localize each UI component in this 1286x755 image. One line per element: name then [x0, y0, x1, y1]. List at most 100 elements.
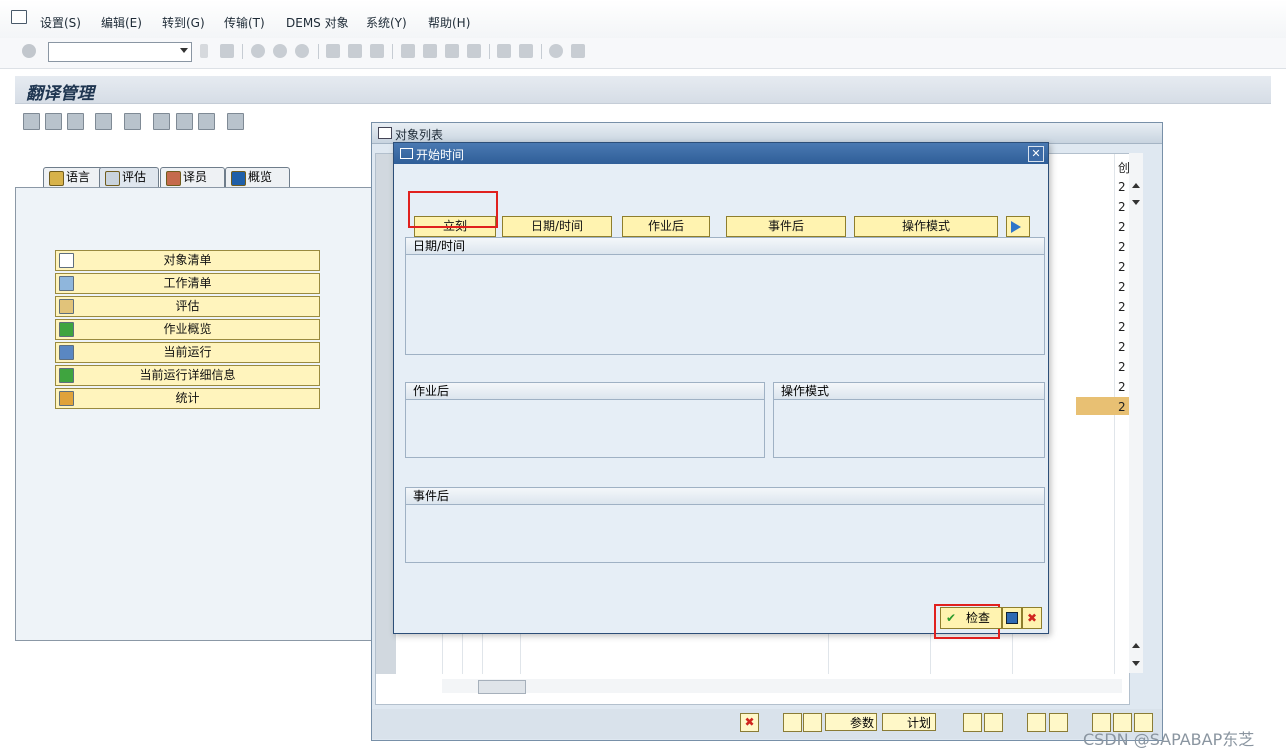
- horizontal-scrollbar[interactable]: [442, 679, 1122, 694]
- grid-cell: 2: [1118, 360, 1126, 374]
- document-icon[interactable]: [23, 113, 40, 130]
- nav-evaluation[interactable]: 评估: [55, 296, 320, 317]
- history-back-icon[interactable]: [200, 44, 208, 58]
- distribute-icon[interactable]: [95, 113, 112, 130]
- more-options-button[interactable]: [1006, 216, 1030, 237]
- translators-icon[interactable]: [124, 113, 141, 130]
- layout-icon[interactable]: [571, 44, 585, 58]
- run-icon: [59, 345, 74, 360]
- plan-label: 计划: [907, 716, 932, 730]
- menu-help[interactable]: 帮助(H): [428, 14, 470, 31]
- save-icon[interactable]: [220, 44, 234, 58]
- command-field[interactable]: [48, 42, 192, 62]
- menu-bar: 设置(S) 编辑(E) 转到(G) 传输(T) DEMS 对象 系统(Y) 帮助…: [0, 0, 1286, 39]
- trash-icon[interactable]: [984, 713, 1003, 732]
- nav-current-run[interactable]: 当前运行: [55, 342, 320, 363]
- params-label: 参数: [850, 716, 875, 730]
- cancel-button[interactable]: ✖: [1022, 607, 1042, 629]
- grid-cell: 2: [1118, 300, 1126, 314]
- function-list: 对象清单 工作清单 评估 作业概览 当前运行 当前运行详细信息 统计: [55, 250, 320, 411]
- shortcut-icon[interactable]: [519, 44, 533, 58]
- nav-worklist[interactable]: 工作清单: [55, 273, 320, 294]
- menu-goto[interactable]: 转到(G): [162, 14, 205, 31]
- nav-current-run-details[interactable]: 当前运行详细信息: [55, 365, 320, 386]
- menu-system[interactable]: 系统(Y): [366, 14, 407, 31]
- first-page-icon[interactable]: [401, 44, 415, 58]
- delete-icon[interactable]: ✖: [740, 713, 759, 732]
- exit-icon[interactable]: [273, 44, 287, 58]
- save-button[interactable]: [1002, 607, 1022, 629]
- menu-transport[interactable]: 传输(T): [224, 14, 265, 31]
- watermark: CSDN @SAPABAP东芝: [1083, 730, 1255, 749]
- settings-doc-icon[interactable]: [227, 113, 244, 130]
- find-next-icon[interactable]: [370, 44, 384, 58]
- evaluation-icon[interactable]: [45, 113, 62, 130]
- new-session-icon[interactable]: [497, 44, 511, 58]
- object-list-titlebar: 对象列表: [372, 123, 1162, 144]
- copy-document-icon[interactable]: [803, 713, 822, 732]
- toolbar-separator: [489, 44, 490, 59]
- plan-button[interactable]: 计划: [882, 713, 936, 731]
- grid-cell: 2: [1118, 200, 1126, 214]
- menu-edit[interactable]: 编辑(E): [101, 14, 142, 31]
- params-button[interactable]: 参数: [825, 713, 877, 731]
- help-icon[interactable]: [549, 44, 563, 58]
- tab-overview[interactable]: 概览: [225, 167, 290, 187]
- application-toolbar: [15, 110, 265, 134]
- last-page-icon[interactable]: [467, 44, 481, 58]
- object-list-actions: ✖ 参数 计划: [372, 709, 1162, 739]
- scroll-thumb[interactable]: [478, 680, 526, 694]
- close-icon[interactable]: ✕: [1028, 146, 1044, 162]
- grid-edit-icon[interactable]: [176, 113, 193, 130]
- previous-page-icon[interactable]: [423, 44, 437, 58]
- start-time-dialog: 开始时间 ✕ 立刻 日期/时间 作业后 事件后 操作模式 日期/时间 作业后 操…: [393, 142, 1049, 639]
- tab-translators[interactable]: 译员: [160, 167, 225, 187]
- nav-job-overview[interactable]: 作业概览: [55, 319, 320, 340]
- operation-mode-button[interactable]: 操作模式: [854, 216, 998, 237]
- page-title: 翻译管理: [26, 84, 94, 104]
- check-label: 检查: [966, 611, 991, 625]
- check-button[interactable]: ✔ 检查: [940, 607, 1002, 629]
- refresh-icon[interactable]: [963, 713, 982, 732]
- find-icon[interactable]: [348, 44, 362, 58]
- group-header: 作业后: [406, 383, 764, 400]
- scroll-up-icon[interactable]: [1132, 643, 1140, 648]
- tab-label: 译员: [183, 170, 208, 184]
- worklist-icon[interactable]: [1049, 713, 1068, 732]
- next-page-icon[interactable]: [445, 44, 459, 58]
- back-icon[interactable]: [251, 44, 265, 58]
- grid-cell: 2: [1118, 380, 1126, 394]
- app-menu-icon[interactable]: [11, 10, 27, 24]
- grid-icon[interactable]: [153, 113, 170, 130]
- cancel-icon[interactable]: [295, 44, 309, 58]
- nav-label: 当前运行: [163, 345, 212, 359]
- scroll-up-icon[interactable]: [1132, 183, 1140, 188]
- menu-settings[interactable]: 设置(S): [40, 14, 81, 31]
- tab-language[interactable]: 语言: [43, 167, 103, 187]
- new-document-icon[interactable]: [783, 713, 802, 732]
- toolbar-separator: [392, 44, 393, 59]
- menu-dems-object[interactable]: DEMS 对象: [286, 14, 349, 31]
- datetime-button[interactable]: 日期/时间: [502, 216, 612, 237]
- toolbar-separator: [242, 44, 243, 59]
- vertical-scrollbar[interactable]: [1129, 153, 1143, 673]
- nav-statistics[interactable]: 统计: [55, 388, 320, 409]
- grid-cell: 2: [1118, 260, 1126, 274]
- enter-icon[interactable]: [22, 44, 36, 58]
- evaluation-icon: [105, 171, 120, 186]
- nav-label: 统计: [175, 391, 200, 405]
- dialog-title: 开始时间: [416, 148, 465, 162]
- after-event-button[interactable]: 事件后: [726, 216, 846, 237]
- worklist-icon[interactable]: [67, 113, 84, 130]
- chevron-down-icon[interactable]: [180, 48, 188, 53]
- dialog-body: 立刻 日期/时间 作业后 事件后 操作模式 日期/时间 作业后 操作模式 事件后: [394, 164, 1048, 639]
- user-icon[interactable]: [1027, 713, 1046, 732]
- user-doc-icon[interactable]: [198, 113, 215, 130]
- scroll-down-icon[interactable]: [1132, 200, 1140, 205]
- after-job-button[interactable]: 作业后: [622, 216, 710, 237]
- evaluation-icon: [59, 299, 74, 314]
- scroll-down-icon[interactable]: [1132, 661, 1140, 666]
- nav-object-list[interactable]: 对象清单: [55, 250, 320, 271]
- print-icon[interactable]: [326, 44, 340, 58]
- tab-evaluation[interactable]: 评估: [99, 167, 159, 187]
